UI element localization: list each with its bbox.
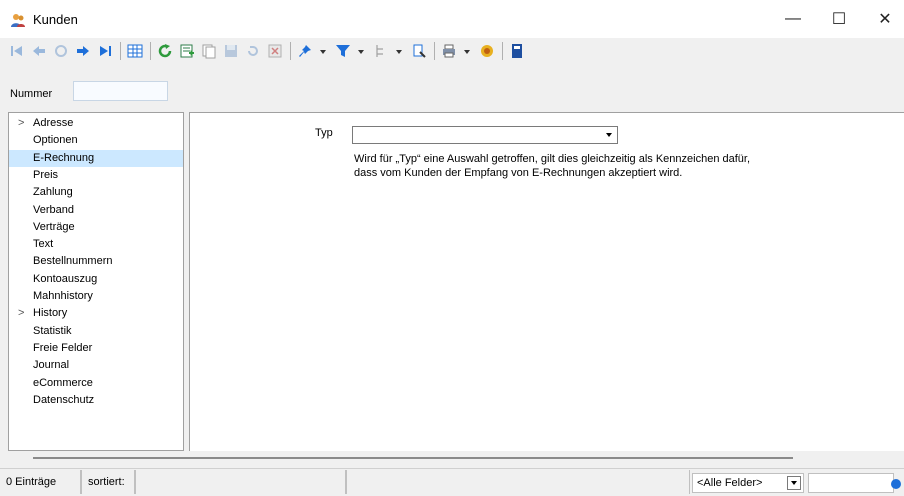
toolbar-separator <box>502 42 503 60</box>
tree-item[interactable]: eCommerce <box>9 375 183 392</box>
next-record-icon[interactable] <box>74 42 92 60</box>
cancel-edit-icon[interactable] <box>244 42 262 60</box>
toolbar-separator <box>120 42 121 60</box>
navigation-tree: > Adresse Optionen E-Rechnung Preis Zahlung Ve… <box>8 112 184 451</box>
tree-item[interactable]: E-Rechnung <box>9 149 183 167</box>
delete-record-icon[interactable] <box>266 42 284 60</box>
typ-help-text: Wird für „Typ“ eine Auswahl getroffen, g… <box>354 152 750 180</box>
typ-select[interactable] <box>352 126 618 144</box>
status-panel <box>135 470 346 494</box>
pin-icon[interactable] <box>296 42 314 60</box>
tree-item[interactable]: Journal <box>9 357 183 374</box>
copy-record-icon[interactable] <box>200 42 218 60</box>
book-icon[interactable] <box>508 42 526 60</box>
tree-item-label: History <box>33 307 68 320</box>
tree-item[interactable]: Statistik <box>9 323 183 340</box>
chevron-down-icon[interactable] <box>394 42 404 60</box>
title-bar: Kunden — ☐ ✕ <box>0 0 904 38</box>
search-icon[interactable] <box>890 478 902 490</box>
tree-item-label: Adresse <box>33 117 74 129</box>
tree-item-label: Statistik <box>33 324 72 337</box>
customers-app-icon <box>11 14 25 27</box>
chevron-down-icon[interactable] <box>318 42 328 60</box>
number-filter-input[interactable] <box>73 81 168 101</box>
first-record-icon[interactable] <box>8 42 26 60</box>
seal-icon[interactable] <box>478 42 496 60</box>
tree-item-label: Verband <box>33 203 74 216</box>
typ-label: Typ <box>315 127 333 139</box>
table-view-icon[interactable] <box>126 42 144 60</box>
new-record-icon[interactable] <box>178 42 196 60</box>
number-filter-label: Nummer <box>10 88 53 100</box>
minimize-button[interactable]: — <box>770 0 816 38</box>
tree-item[interactable]: Mahnhistory <box>9 288 183 305</box>
tree-item-label: Freie Felder <box>33 341 93 354</box>
toolbar-separator <box>150 42 151 60</box>
tree-item[interactable]: Text <box>9 236 183 253</box>
tree-item-label: Optionen <box>33 134 78 147</box>
export-icon[interactable] <box>410 42 428 60</box>
refresh-icon[interactable] <box>156 42 174 60</box>
toolbar-separator <box>290 42 291 60</box>
tree-item[interactable]: Bestellnummern <box>9 253 183 270</box>
tree-item[interactable]: Datenschutz <box>9 392 183 409</box>
status-search-input[interactable] <box>808 473 894 493</box>
scrollbar-thumb[interactable] <box>33 457 793 459</box>
maximize-button[interactable]: ☐ <box>816 0 862 38</box>
sort-status: sortiert: <box>81 470 135 494</box>
tree-item-label: Bestellnummern <box>33 255 113 268</box>
chevron-right-icon[interactable]: > <box>18 115 24 132</box>
tree-item[interactable]: Preis <box>9 167 183 184</box>
tree-item-label: Kontoauszug <box>33 272 98 285</box>
tree-item[interactable]: Kontoauszug <box>9 271 183 288</box>
chevron-down-icon[interactable] <box>787 476 801 490</box>
tree-item[interactable]: > History <box>9 305 183 322</box>
filter-icon[interactable] <box>334 42 352 60</box>
tree-item[interactable]: Verband <box>9 202 183 219</box>
tree-item[interactable]: > Adresse <box>9 115 183 132</box>
tree-item-label: Mahnhistory <box>33 290 93 302</box>
tree-item[interactable]: Optionen <box>9 132 183 149</box>
chevron-right-icon[interactable]: > <box>18 305 24 322</box>
tree-item[interactable]: Zahlung <box>9 184 183 201</box>
tree-structure-icon[interactable] <box>372 42 390 60</box>
help-line: dass vom Kunden der Empfang von E-Rechnu… <box>354 167 683 179</box>
close-button[interactable]: ✕ <box>862 0 904 38</box>
toolbar <box>0 38 904 64</box>
tree-item-label: eCommerce <box>33 376 93 389</box>
tree-item[interactable]: Freie Felder <box>9 340 183 357</box>
tree-item-label: Preis <box>33 168 59 181</box>
status-panel <box>346 470 690 494</box>
last-record-icon[interactable] <box>96 42 114 60</box>
window-title: Kunden <box>33 12 78 27</box>
tree-item-label: Datenschutz <box>33 393 95 406</box>
tree-item-label: Zahlung <box>33 186 73 199</box>
tree-item[interactable]: Verträge <box>9 219 183 236</box>
tree-item-label: Text <box>33 238 54 251</box>
print-icon[interactable] <box>440 42 458 60</box>
undo-icon[interactable] <box>52 42 70 60</box>
previous-record-icon[interactable] <box>30 42 48 60</box>
tree-item-label: Verträge <box>33 220 75 233</box>
chevron-down-icon[interactable] <box>462 42 472 60</box>
tree-item-label: E-Rechnung <box>33 151 95 164</box>
chevron-down-icon[interactable] <box>356 42 366 60</box>
help-line: Wird für „Typ“ eine Auswahl getroffen, g… <box>354 153 751 165</box>
chevron-down-icon[interactable] <box>603 129 615 141</box>
save-icon[interactable] <box>222 42 240 60</box>
entries-count: 0 Einträge <box>0 470 81 494</box>
tree-item-label: Journal <box>33 359 70 372</box>
toolbar-separator <box>434 42 435 60</box>
